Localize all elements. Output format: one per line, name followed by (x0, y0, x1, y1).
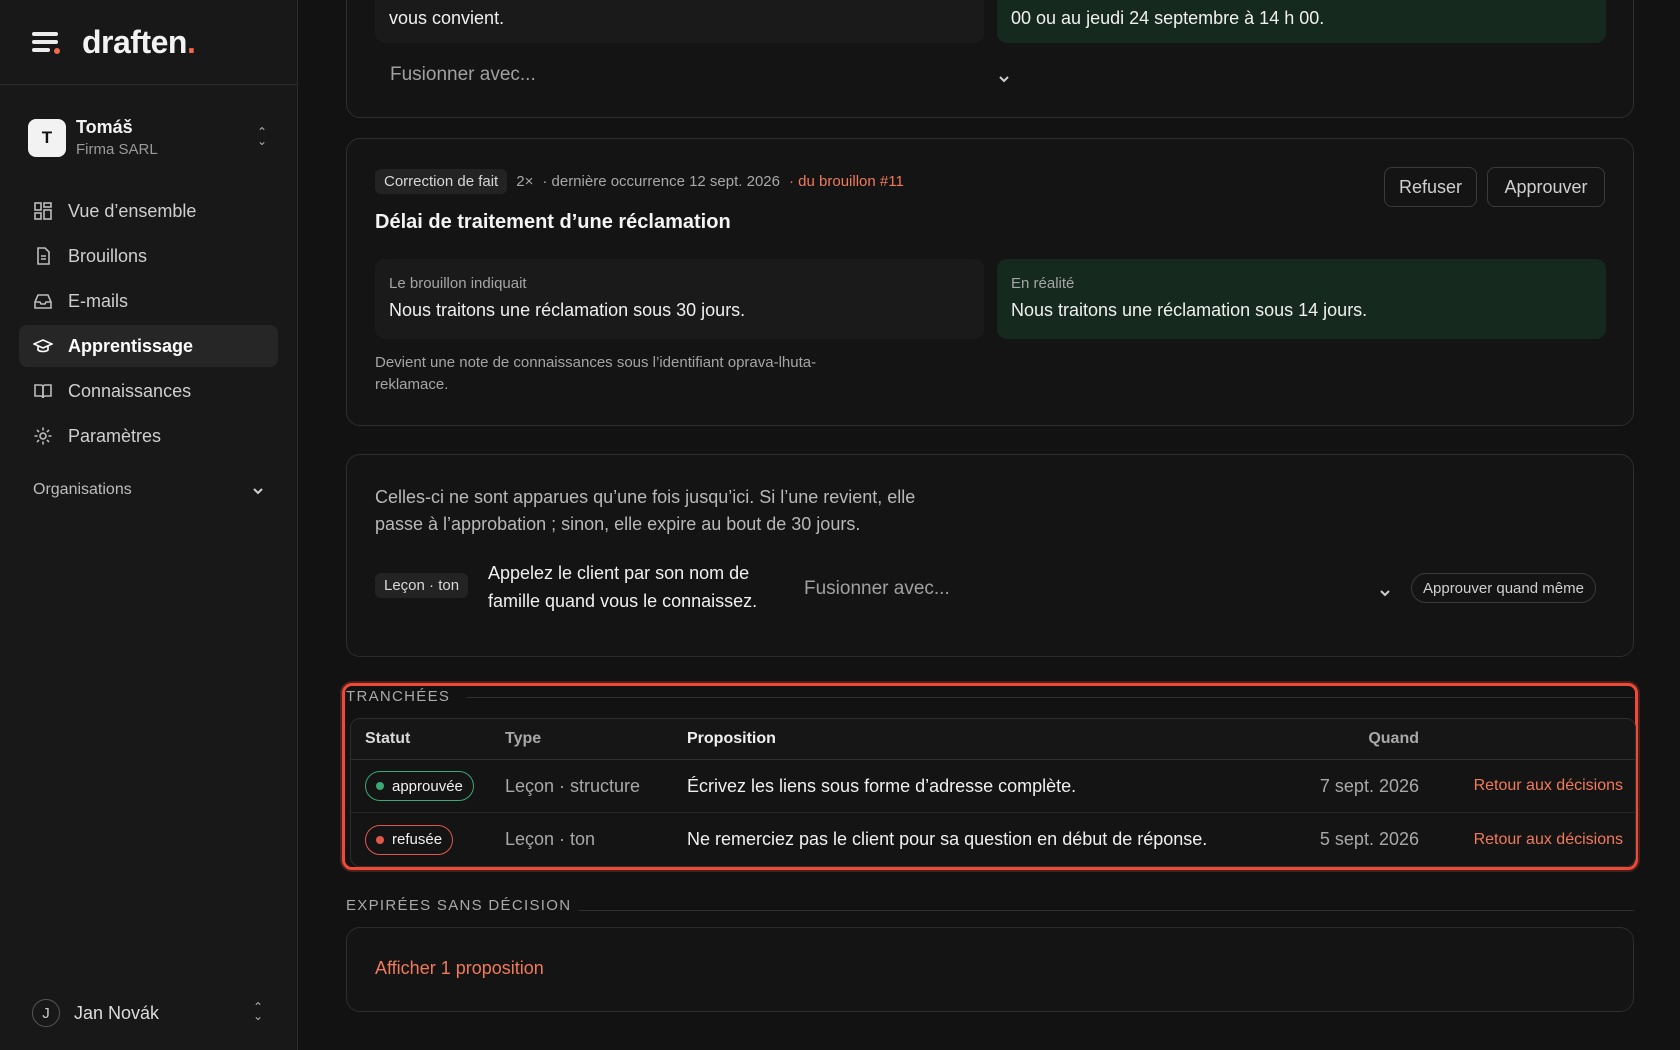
row-when: 5 sept. 2026 (1319, 829, 1419, 849)
graduation-cap-icon (33, 336, 53, 356)
decided-table: Statut Type Proposition Quand approuvée … (350, 718, 1636, 867)
chevron-updown-icon: ⌃ ⌄ (256, 124, 268, 148)
approve-button[interactable]: Approuver (1487, 167, 1605, 207)
nav-item-knowledge[interactable]: Connaissances (19, 370, 278, 412)
nav-label: Brouillons (68, 245, 148, 266)
type-tag: Correction de fait (375, 169, 508, 194)
row-type: Leçon · structure (505, 775, 641, 796)
expired-card: Afficher 1 proposition (346, 927, 1634, 1012)
merge-select[interactable]: Fusionner avec... (804, 578, 1391, 600)
row-proposal: Écrivez les liens sous forme d’adresse c… (687, 775, 1077, 796)
header-proposal: Proposition (687, 730, 776, 747)
type-tag: Leçon · ton (375, 573, 469, 598)
grid-icon (33, 201, 53, 221)
nav-label: Paramètres (68, 425, 162, 446)
section-divider (466, 697, 1634, 698)
header-type: Type (505, 730, 542, 747)
status-badge-refused: refusée (365, 824, 454, 855)
nav-item-learning[interactable]: Apprentissage (19, 325, 278, 367)
sidebar: draften. T Tomáš Firma SARL ⌃ ⌄ Vue d’ens… (0, 0, 298, 1050)
brand-header: draften. (0, 0, 297, 85)
user-avatar: J (32, 999, 60, 1027)
account-switcher[interactable]: T Tomáš Firma SARL ⌃ ⌄ (0, 85, 297, 190)
suggestion-card-top: vous convient. 00 ou au jeudi 24 septemb… (346, 0, 1634, 118)
organisations-toggle[interactable]: Organisations (0, 481, 297, 499)
chevron-down-icon (252, 484, 264, 496)
last-occurrence: · dernière occurrence 12 sept. 2026 (542, 173, 780, 190)
reality-box: 00 ou au jeudi 24 septembre à 14 h 00. (997, 0, 1606, 43)
table-row: refusée Leçon · ton Ne remerciez pas le … (351, 813, 1635, 866)
header-when: Quand (1368, 730, 1419, 747)
user-name: Jan Novák (74, 1002, 160, 1023)
chevron-down-icon (998, 69, 1010, 83)
table-header: Statut Type Proposition Quand (351, 719, 1635, 760)
document-icon (33, 246, 53, 266)
nav-label: Connaissances (68, 380, 192, 401)
merge-placeholder: Fusionner avec... (390, 64, 536, 85)
account-company: Firma SARL (76, 141, 158, 158)
lesson-text: Appelez le client par son nom de famille… (488, 563, 758, 611)
draft-label: Le brouillon indiquait (389, 275, 527, 292)
single-occurrence-intro: Celles-ci ne sont apparues qu’une fois j… (375, 487, 916, 534)
organisations-label: Organisations (33, 481, 132, 498)
inbox-icon (33, 291, 53, 311)
draft-text: Nous traitons une réclamation sous 30 jo… (389, 300, 746, 320)
reality-text: 00 ou au jeudi 24 septembre à 14 h 00. (1011, 8, 1325, 28)
decided-section-title: TRANCHÉES (346, 688, 451, 705)
card-title: Délai de traitement d’une réclamation (375, 211, 731, 233)
section-divider (578, 910, 1634, 911)
back-to-decisions-link[interactable]: Retour aux décisions (1419, 831, 1635, 849)
approve-anyway-button[interactable]: Approuver quand même (1411, 573, 1596, 603)
header-status: Statut (365, 730, 411, 747)
refuse-button[interactable]: Refuser (1384, 167, 1477, 207)
show-expired-link[interactable]: Afficher 1 proposition (375, 958, 544, 979)
merge-placeholder: Fusionner avec... (804, 578, 950, 599)
nav-label: E-mails (68, 290, 129, 311)
single-occurrence-card: Celles-ci ne sont apparues qu’une fois j… (346, 454, 1634, 657)
app-logo[interactable]: draften. (82, 24, 196, 61)
nav-item-overview[interactable]: Vue d’ensemble (19, 190, 278, 232)
book-icon (33, 381, 53, 401)
fact-correction-card: Correction de fait 2× · dernière occurre… (346, 138, 1634, 426)
knowledge-note: Devient une note de connaissances sous l… (375, 354, 817, 393)
merge-select[interactable]: Fusionner avec... (390, 64, 1010, 86)
gear-icon (33, 426, 53, 446)
draft-box: vous convient. (375, 0, 984, 43)
row-proposal: Ne remerciez pas le client pour sa quest… (687, 829, 1208, 849)
reality-text: Nous traitons une réclamation sous 14 jo… (1011, 300, 1368, 320)
reality-box: En réalité Nous traitons une réclamation… (997, 259, 1606, 339)
draft-box: Le brouillon indiquait Nous traitons une… (375, 259, 984, 339)
account-avatar: T (28, 118, 66, 157)
lesson-tag-wrap: Leçon · ton (375, 573, 469, 598)
nav-label: Vue d’ensemble (68, 200, 197, 221)
reality-label: En réalité (1011, 275, 1075, 292)
back-to-decisions-link[interactable]: Retour aux décisions (1419, 777, 1635, 795)
nav-item-settings[interactable]: Paramètres (19, 415, 278, 457)
main-nav: Vue d’ensemble Brouillons E-mails Appren… (0, 190, 297, 457)
chevron-down-icon (1379, 583, 1391, 597)
row-when: 7 sept. 2026 (1319, 775, 1419, 796)
nav-item-drafts[interactable]: Brouillons (19, 235, 278, 277)
account-name: Tomáš (76, 117, 133, 137)
table-row: approuvée Leçon · structure Écrivez les … (351, 760, 1635, 813)
user-menu[interactable]: J Jan Novák ⌃ ⌄ (32, 999, 265, 1027)
occurrence-count: 2× (516, 173, 534, 190)
card-meta: Correction de fait 2× · dernière occurre… (375, 169, 904, 194)
status-badge-approved: approuvée (365, 771, 474, 801)
nav-label: Apprentissage (68, 335, 194, 356)
row-type: Leçon · ton (505, 829, 596, 849)
draft-text: vous convient. (389, 8, 505, 28)
menu-icon[interactable] (32, 30, 60, 54)
expired-section-title: EXPIRÉES SANS DÉCISION (346, 897, 572, 914)
chevron-updown-icon: ⌃ ⌄ (252, 1000, 264, 1023)
source-draft-link[interactable]: · du brouillon #11 (789, 173, 904, 190)
nav-item-emails[interactable]: E-mails (19, 280, 278, 322)
